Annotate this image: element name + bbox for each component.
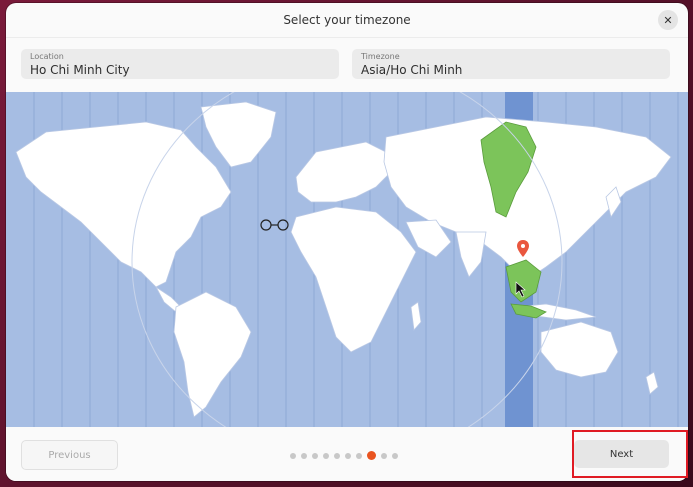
step-dot (301, 452, 307, 459)
south-america (173, 291, 252, 418)
next-button[interactable]: Next (574, 440, 669, 468)
titlebar: Select your timezone ✕ (6, 3, 688, 38)
step-dot (334, 452, 340, 459)
madagascar (410, 301, 422, 331)
timezone-map[interactable] (6, 92, 688, 427)
step-dot (323, 452, 329, 459)
location-field[interactable]: Location Ho Chi Minh City (21, 49, 339, 79)
location-value: Ho Chi Minh City (30, 63, 130, 77)
step-dot (312, 452, 318, 459)
previous-button[interactable]: Previous (21, 440, 118, 470)
close-button[interactable]: ✕ (658, 10, 678, 30)
new-zealand (645, 371, 659, 395)
previous-button-label: Previous (48, 449, 91, 461)
next-button-label: Next (609, 448, 634, 460)
step-dot (345, 452, 351, 459)
timezone-field[interactable]: Timezone Asia/Ho Chi Minh (352, 49, 670, 79)
australia (540, 321, 619, 378)
step-dot (392, 452, 398, 459)
europe (295, 141, 392, 203)
greenland (200, 101, 277, 168)
africa (290, 206, 417, 353)
step-dot (356, 452, 362, 459)
timezone-value: Asia/Ho Chi Minh (361, 63, 463, 77)
step-dot (381, 452, 387, 459)
world-map (15, 92, 679, 427)
continents (15, 101, 672, 418)
timezone-label: Timezone (361, 52, 400, 61)
window-title: Select your timezone (283, 13, 411, 27)
installer-window: Select your timezone ✕ Location Ho Chi M… (6, 3, 688, 481)
footer: Previous Next (6, 427, 688, 481)
location-label: Location (30, 52, 64, 61)
north-america (15, 121, 232, 288)
step-indicator (290, 451, 398, 460)
step-dot (290, 452, 296, 459)
close-icon: ✕ (663, 13, 673, 27)
glasses-marker (260, 219, 289, 231)
step-dot-active (367, 451, 376, 460)
